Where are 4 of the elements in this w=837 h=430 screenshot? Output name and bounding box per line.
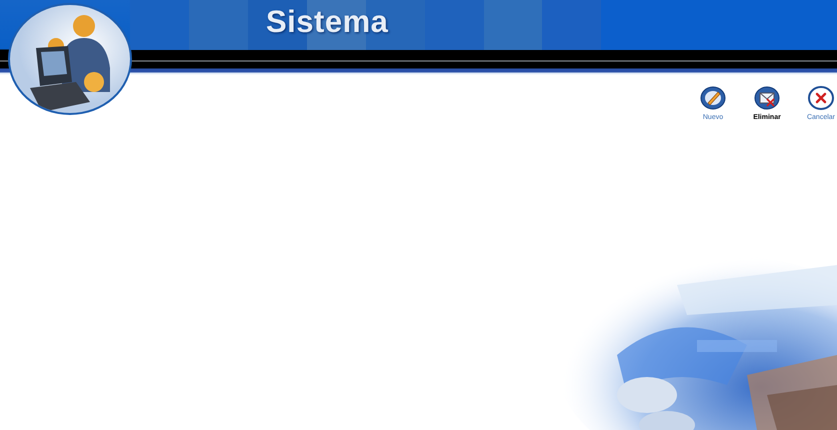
close-icon [808, 86, 834, 110]
pencil-icon [700, 86, 726, 110]
envelope-icon [754, 86, 780, 110]
app-title: Sistema [266, 4, 388, 40]
